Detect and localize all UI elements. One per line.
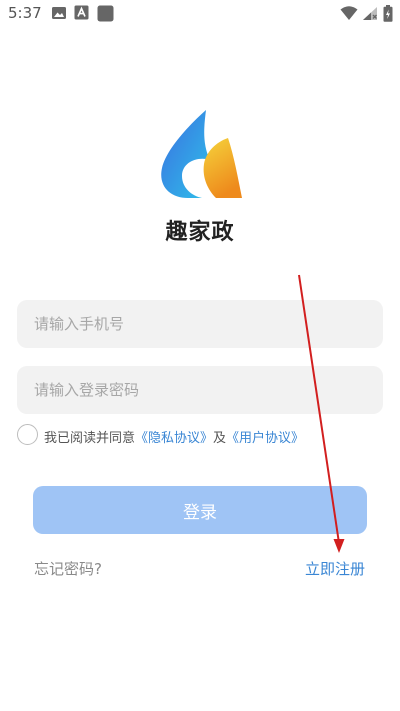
app-logo [161,110,242,198]
agreement-checkbox[interactable] [17,424,38,445]
agreement-text: 我已阅读并同意《隐私协议》及《用户协议》 [44,427,304,446]
phone-input[interactable] [17,300,383,348]
privacy-agreement-link[interactable]: 《隐私协议》 [135,431,213,446]
battery-icon [383,5,393,22]
a-letter-icon [74,5,89,20]
signal-icon [363,7,377,20]
status-time: 5:37 [8,4,42,22]
square-icon [97,5,114,22]
wifi-icon [340,6,358,20]
login-button[interactable]: 登录 [33,486,367,534]
user-agreement-link[interactable]: 《用户协议》 [226,431,304,446]
forgot-password-link[interactable]: 忘记密码? [34,558,102,579]
status-bar: 5:37 [0,0,400,28]
photo-icon [52,7,66,19]
agreement-connector: 及 [213,431,227,446]
annotation-arrow [298,274,345,553]
agreement-row: 我已阅读并同意《隐私协议》及《用户协议》 [17,424,383,448]
login-screen: 5:37 趣家政 请输入手机号 我已阅读并同意《隐私协议》及《用户协议》 登录 … [0,0,400,711]
app-name: 趣家政 [165,220,235,245]
register-link[interactable]: 立即注册 [305,558,365,579]
agreement-prefix: 我已阅读并同意 [44,431,136,446]
password-input[interactable] [17,366,383,414]
